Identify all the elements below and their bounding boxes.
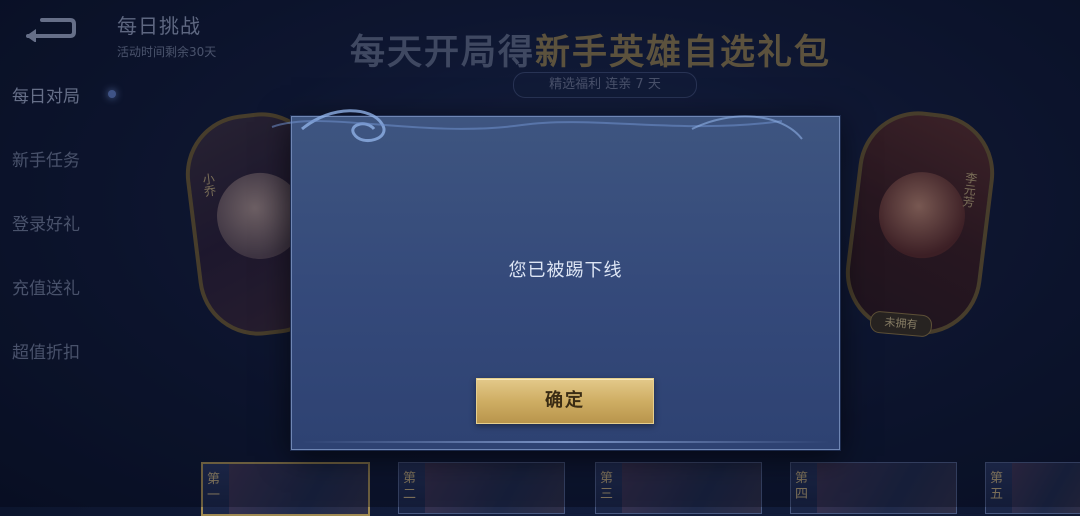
dialog-message: 您已被踢下线 (508, 260, 623, 281)
confirm-button-label: 确定 (545, 390, 585, 411)
kicked-offline-dialog: 您已被踢下线 确定 (271, 109, 840, 450)
game-background: 每日挑战 活动时间剩余30天 每日对局 新手任务 登录好礼 充值送礼 超值折扣 … (0, 0, 1080, 516)
decorative-cloud-swirl-icon (271, 109, 803, 143)
confirm-button[interactable]: 确定 (476, 378, 654, 424)
